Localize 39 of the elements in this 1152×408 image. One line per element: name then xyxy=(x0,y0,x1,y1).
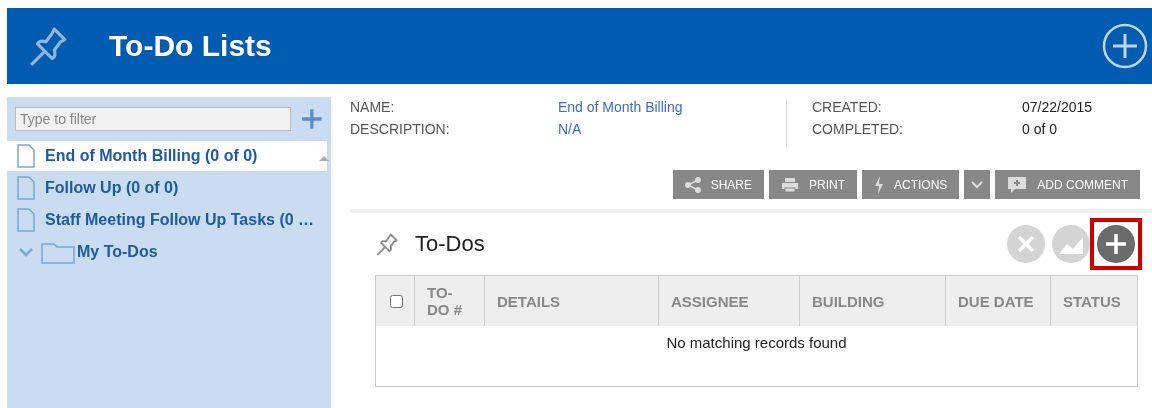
document-icon xyxy=(17,208,35,232)
page-title: To-Do Lists xyxy=(109,29,272,63)
field-label: CREATED: xyxy=(812,99,883,115)
sidebar-item[interactable]: End of Month Billing (0 of 0) xyxy=(7,141,327,171)
field-label: NAME: xyxy=(350,99,396,115)
field-label: COMPLETED: xyxy=(812,121,904,137)
printer-icon xyxy=(781,176,799,193)
column-header[interactable]: DETAILS xyxy=(497,292,561,310)
caret-icon xyxy=(971,180,984,189)
field-value: 07/22/2015 xyxy=(1022,99,1093,115)
field-link[interactable]: N/A xyxy=(558,121,582,137)
empty-message: No matching records found xyxy=(666,334,847,353)
select-all-checkbox[interactable] xyxy=(390,294,403,308)
share-icon xyxy=(684,176,701,193)
add-icon[interactable] xyxy=(301,108,323,130)
folder-icon xyxy=(41,240,75,264)
actions-button[interactable]: ACTIONS xyxy=(862,170,960,199)
section-title: To-Dos xyxy=(415,231,485,257)
filter-field[interactable]: Type to filter xyxy=(15,107,292,131)
dropdown-button[interactable] xyxy=(964,170,991,199)
pushpin-icon xyxy=(27,25,69,67)
scroll-up-icon[interactable] xyxy=(319,155,329,161)
comment-icon xyxy=(1007,175,1028,194)
document-icon xyxy=(17,176,35,200)
column-header[interactable]: ASSIGNEE xyxy=(671,292,749,310)
field-label: DESCRIPTION: xyxy=(350,121,451,137)
column-header[interactable]: TO-DO # xyxy=(427,284,467,318)
column-header[interactable]: DUE DATE xyxy=(958,292,1034,310)
pushpin-icon xyxy=(375,232,399,256)
field-value: 0 of 0 xyxy=(1022,121,1058,137)
share-button[interactable]: SHARE xyxy=(672,170,764,199)
field-link[interactable]: End of Month Billing xyxy=(558,99,683,115)
column-header[interactable]: STATUS xyxy=(1063,292,1121,310)
print-button[interactable]: PRINT xyxy=(769,170,857,199)
comment-button[interactable]: ADD COMMENT xyxy=(995,170,1140,199)
lightning-icon xyxy=(874,175,884,194)
chevron-icon[interactable] xyxy=(19,247,33,257)
column-header[interactable]: BUILDING xyxy=(812,292,885,310)
document-icon xyxy=(17,144,35,168)
